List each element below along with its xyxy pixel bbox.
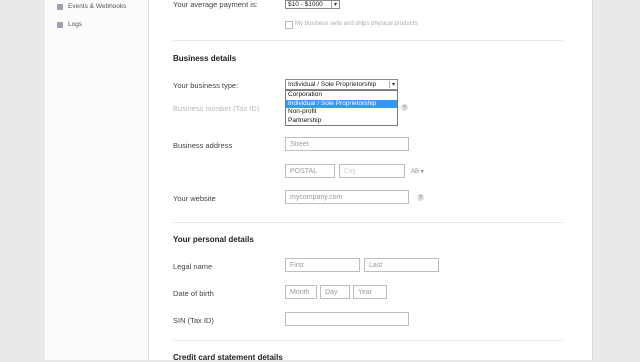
section-divider: [173, 40, 563, 41]
province-value: AB: [411, 169, 420, 175]
personal-details-heading: Your personal details: [173, 235, 254, 244]
last-name-input[interactable]: Last: [364, 258, 439, 272]
website-label: Your website: [173, 194, 216, 203]
physical-products-checkbox[interactable]: [285, 21, 293, 29]
chevron-down-icon: ▾: [420, 169, 424, 175]
average-payment-label: Your average payment is:: [173, 0, 258, 9]
section-divider: [173, 222, 563, 223]
physical-products-label: My business sells and ships physical pro…: [295, 21, 418, 27]
first-name-input[interactable]: First: [285, 258, 360, 272]
logs-icon: [57, 21, 63, 28]
average-payment-select[interactable]: $10 - $1000 ▾: [285, 0, 340, 9]
section-divider: [173, 340, 563, 341]
sidebar-item-label: Logs: [68, 21, 83, 28]
birth-year-input[interactable]: Year: [353, 285, 387, 299]
postal-input[interactable]: POSTAL: [285, 164, 335, 178]
birth-month-input[interactable]: Month: [285, 285, 317, 299]
business-type-option-corporation[interactable]: Corporation: [286, 91, 397, 100]
help-icon[interactable]: ?: [417, 194, 424, 201]
chevron-down-icon: ▾: [388, 81, 395, 88]
main-content: Your average payment is: $10 - $1000 ▾ M…: [149, 0, 593, 362]
average-payment-value: $10 - $1000: [288, 1, 323, 8]
sidebar-item-logs[interactable]: Logs: [57, 21, 82, 28]
legal-name-label: Legal name: [173, 262, 213, 271]
date-of-birth-label: Date of birth: [173, 289, 214, 298]
business-type-dropdown[interactable]: Corporation Individual / Sole Proprietor…: [285, 90, 398, 126]
province-select[interactable]: AB ▾: [411, 168, 424, 175]
business-number-label: Business number (Tax ID): [173, 104, 260, 113]
business-details-heading: Business details: [173, 54, 237, 63]
sin-label: SIN (Tax ID): [173, 316, 214, 325]
business-type-option-nonprofit[interactable]: Non-profit: [286, 108, 397, 117]
street-input[interactable]: Street: [285, 137, 409, 151]
birth-day-input[interactable]: Day: [320, 285, 350, 299]
events-icon: [57, 3, 63, 10]
business-type-option-partnership[interactable]: Partnership: [286, 117, 397, 126]
business-type-option-individual[interactable]: Individual / Sole Proprietorship: [286, 99, 397, 108]
website-input[interactable]: mycompany.com: [285, 190, 409, 204]
sidebar-item-events-webhooks[interactable]: Events & Webhooks: [57, 3, 126, 10]
business-type-label: Your business type:: [173, 81, 239, 90]
chevron-down-icon: ▾: [330, 1, 337, 8]
city-input[interactable]: City: [339, 164, 405, 178]
business-address-label: Business address: [173, 141, 233, 150]
sidebar: Events & Webhooks Logs: [45, 0, 149, 360]
help-icon[interactable]: ?: [401, 104, 408, 111]
sin-input[interactable]: [285, 312, 409, 326]
statement-details-heading: Credit card statement details: [173, 353, 283, 362]
business-type-select[interactable]: Individual / Sole Proprietorship ▾: [285, 79, 398, 90]
sidebar-item-label: Events & Webhooks: [68, 3, 127, 10]
business-type-value: Individual / Sole Proprietorship: [288, 81, 377, 88]
